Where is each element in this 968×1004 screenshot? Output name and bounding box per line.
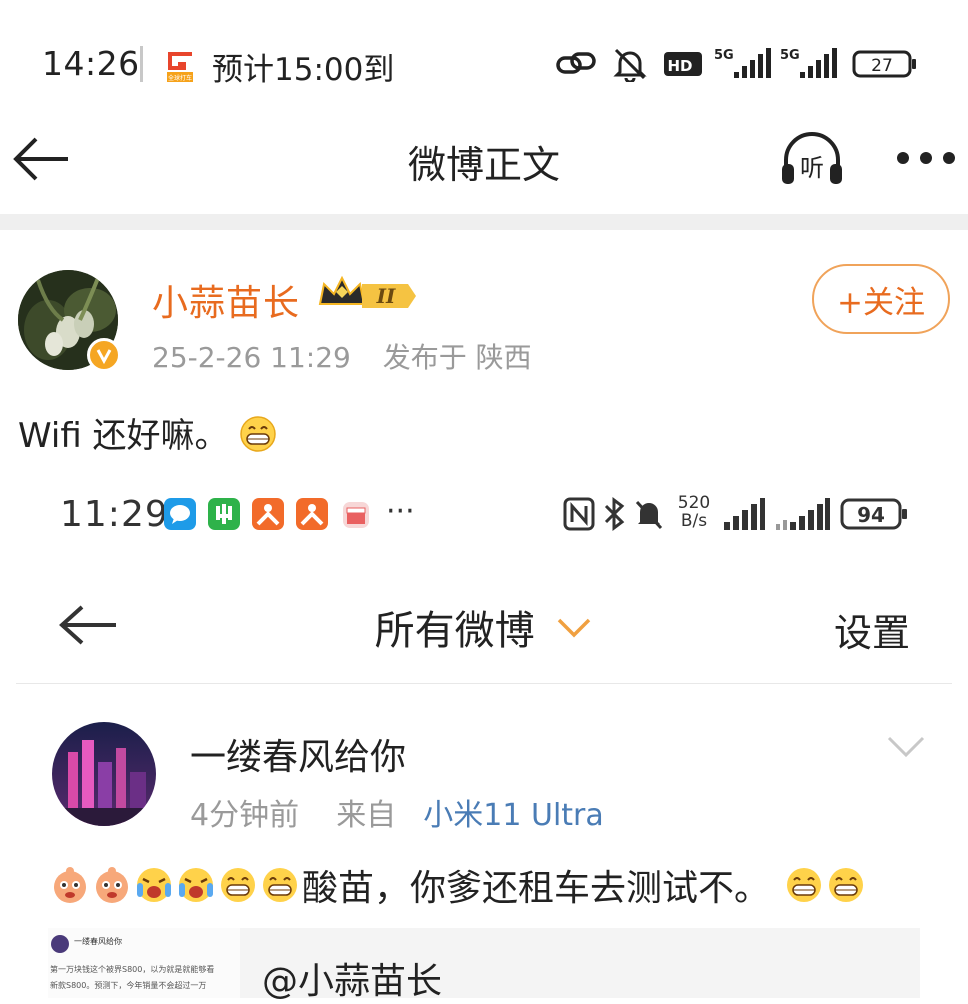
link-icon [555, 46, 597, 82]
status-time: 14:26 [42, 44, 140, 83]
more-options-icon[interactable] [895, 148, 957, 168]
embedded-feed-title: 所有微博 [0, 598, 968, 656]
post-location: 发布于 陕西 [382, 341, 532, 374]
blush-emoji-icon [50, 865, 90, 905]
orange-app-icon [252, 498, 284, 530]
embedded-time-ago: 4分钟前 [190, 798, 300, 833]
net2-label: 5G [780, 48, 800, 63]
signal-5g-icon: 5G [712, 46, 772, 82]
quote-thumb-header: 一缕春风给你 [74, 937, 122, 946]
feed-dropdown-chevron-icon [558, 618, 591, 638]
embedded-post-text: 酸苗，你爹还租车去测试不。 [302, 868, 771, 909]
vip-crown-icon[interactable]: II [318, 274, 418, 316]
quote-thumb-line-1: 第一万块钱这个被界S800，以为就是就能够看 [50, 965, 215, 974]
embedded-feed-title-text: 所有微博 [374, 608, 535, 654]
grin-emoji-icon-4 [784, 865, 824, 905]
signal-5g-secondary-icon: 5G [778, 46, 840, 82]
network-speed-unit: B/s [680, 511, 708, 531]
status-separator [140, 46, 143, 82]
post-date: 25-2-26 11:29 [152, 341, 351, 374]
blush-emoji-icon-2 [92, 865, 132, 905]
embedded-user-avatar [52, 722, 156, 826]
author-name[interactable]: 小蒜苗长 [152, 274, 300, 326]
post-text: Wifi 还好嘛。 [18, 416, 229, 456]
follow-label: +关注 [837, 284, 925, 321]
embedded-header-divider [16, 683, 952, 684]
net1-label: 5G [714, 48, 734, 63]
verified-badge-icon [87, 338, 121, 372]
embedded-post-body: 酸苗，你爹还租车去测试不。 [50, 862, 868, 909]
quote-mention: @小蒜苗长 [262, 961, 443, 1002]
embedded-battery-level: 94 [857, 503, 885, 527]
embedded-post-meta: 4分钟前 来自 小米11 Ultra [190, 790, 604, 834]
follow-button[interactable]: +关注 [812, 264, 950, 334]
nfc-icon [562, 494, 598, 534]
more-notifications: ··· [386, 494, 415, 529]
green-app-icon [208, 498, 240, 530]
network-speed: 520 B/s [676, 494, 712, 530]
hd-label: HD [667, 57, 692, 75]
hd-voice-icon: HD [662, 46, 706, 82]
quote-thumbnail: 一缕春风给你 第一万块钱这个被界S800，以为就是就能够看 新款S800。预测下… [48, 928, 240, 998]
embedded-post-chevron-icon [886, 735, 926, 759]
bluetooth-icon [602, 494, 628, 534]
embedded-status-time: 11:29 [60, 494, 169, 535]
chat-app-icon [164, 498, 196, 530]
mini-app-icon [343, 502, 369, 528]
embedded-signal-icon [722, 494, 766, 534]
embedded-from-label: 来自 [336, 798, 397, 833]
vip-level: II [376, 284, 396, 308]
silent-bell-icon [610, 46, 650, 84]
battery-level: 27 [871, 56, 893, 76]
grin-emoji-icon-3 [260, 865, 300, 905]
embedded-device: 小米11 Ultra [423, 798, 604, 833]
shock-emoji-icon-2 [176, 865, 216, 905]
embedded-silent-bell-icon [634, 494, 664, 534]
ride-app-icon: 全球打车 [158, 44, 202, 88]
post-meta: 25-2-26 11:29 发布于 陕西 [152, 336, 532, 376]
orange-app-icon-2 [296, 498, 328, 530]
ride-app-badge-text: 全球打车 [168, 74, 192, 82]
quote-thumb-line-2: 新款S800。预测下，今年销量不会超过一万 [50, 981, 207, 990]
embedded-battery-icon: 94 [840, 494, 910, 534]
post-body: Wifi 还好嘛。 [18, 408, 277, 457]
embedded-settings-label: 设置 [834, 611, 911, 655]
shock-emoji-icon [134, 865, 174, 905]
ride-eta-notice: 预计15:00到 [212, 52, 395, 88]
network-speed-value: 520 [677, 493, 711, 513]
embedded-user-name: 一缕春风给你 [190, 737, 407, 778]
grin-emoji-icon-5 [826, 865, 866, 905]
battery-icon: 27 [852, 46, 918, 82]
listen-headphone-button[interactable]: 听 [778, 130, 846, 188]
listen-label: 听 [800, 154, 824, 182]
grin-emoji-icon [239, 415, 277, 453]
embedded-signal-2-icon [774, 494, 830, 534]
header-divider [0, 214, 968, 230]
grin-emoji-icon-2 [218, 865, 258, 905]
